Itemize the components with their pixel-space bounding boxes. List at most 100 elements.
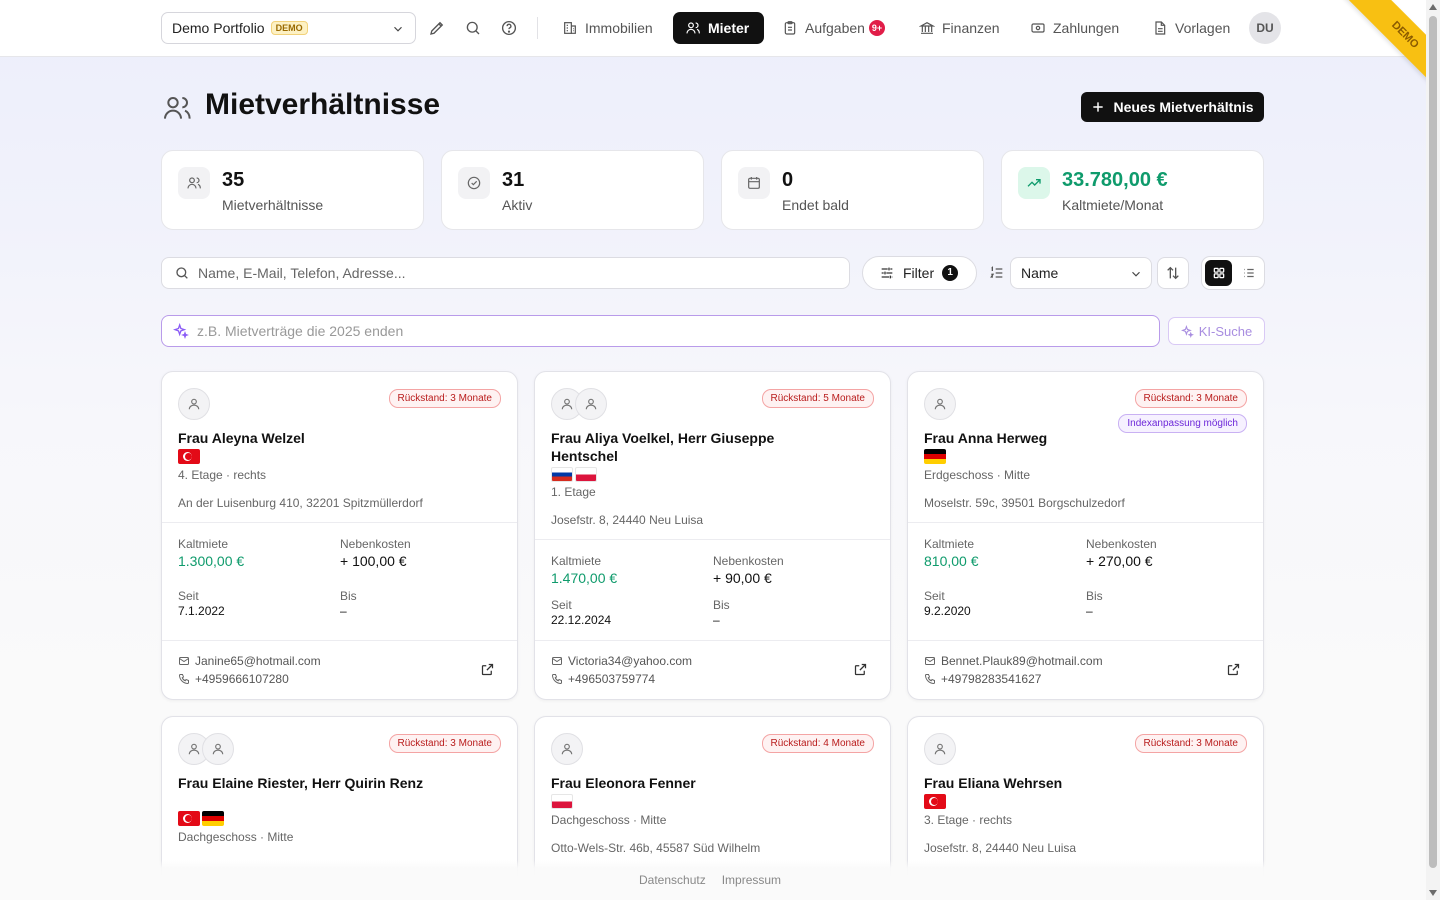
unit-location: Dachgeschoss · Mitte: [178, 830, 294, 844]
stat-card-rent: 33.780,00 € Kaltmiete/Monat: [1001, 150, 1264, 230]
sort-value: Name: [1021, 265, 1059, 281]
arrears-badge: Rückstand: 4 Monate: [761, 734, 874, 753]
contact-phone[interactable]: +496503759774: [551, 672, 655, 686]
tenant-avatars: [924, 733, 956, 765]
search-icon: [176, 267, 188, 279]
scrollbar-thumb[interactable]: [1429, 16, 1437, 868]
divider: [535, 640, 890, 641]
pencil-icon[interactable]: [428, 19, 446, 37]
nationality-flags: [178, 449, 200, 464]
nav-vorlagen[interactable]: Vorlagen: [1140, 12, 1242, 44]
stat-value: 0: [782, 169, 794, 191]
nav-label: Zahlungen: [1053, 20, 1120, 36]
search-input[interactable]: [198, 265, 798, 281]
person-icon: [575, 388, 607, 420]
property-address: An der Luisenburg 410, 32201 Spitzmüller…: [178, 496, 423, 510]
imprint-link[interactable]: Impressum: [722, 873, 781, 887]
demo-ribbon: DEMO: [1320, 0, 1426, 106]
nav-mieter[interactable]: Mieter: [673, 12, 764, 44]
page-scrollbar[interactable]: [1426, 0, 1440, 900]
end-date-label: Bis: [713, 598, 730, 612]
person-icon: [202, 733, 234, 765]
grid-view-button[interactable]: [1205, 260, 1232, 286]
mail-icon: [179, 657, 189, 665]
demo-badge: DEMO: [270, 21, 308, 35]
external-link-icon[interactable]: [480, 662, 495, 677]
portfolio-select[interactable]: Demo Portfolio DEMO: [161, 12, 416, 44]
tenant-name: Frau Anna Herweg: [924, 430, 1048, 446]
phone-text: +49798283541627: [941, 672, 1042, 686]
users-icon: [164, 97, 191, 119]
stat-card-active: 31 Aktiv: [441, 150, 704, 230]
user-avatar[interactable]: DU: [1249, 12, 1281, 44]
service-charges-label: Nebenkosten: [340, 537, 411, 551]
end-date-value: –: [340, 604, 347, 618]
view-toggle: [1201, 256, 1265, 290]
contact-phone[interactable]: +49798283541627: [924, 672, 1041, 686]
portfolio-name: Demo Portfolio: [172, 20, 265, 36]
scroll-up-icon[interactable]: [1429, 4, 1437, 10]
bank-icon: [919, 21, 935, 34]
search-box[interactable]: [161, 257, 850, 289]
contact-email[interactable]: Janine65@hotmail.com: [178, 654, 321, 668]
calendar-icon: [738, 167, 770, 199]
tenant-name: Frau Aleyna Welzel: [178, 430, 305, 446]
stat-label: Aktiv: [502, 197, 533, 213]
external-link-icon[interactable]: [1226, 662, 1241, 677]
mail-icon: [552, 657, 562, 665]
ai-search-button[interactable]: KI-Suche: [1168, 317, 1265, 345]
card-badges: Rückstand: 4 Monate: [761, 734, 874, 753]
tenant-avatars: [551, 388, 607, 420]
chevron-down-icon: [394, 26, 402, 32]
nav-finanzen[interactable]: Finanzen: [907, 12, 1012, 44]
tenancy-card[interactable]: Rückstand: 5 Monate Frau Aliya Voelkel, …: [534, 371, 891, 700]
email-text: Victoria34@yahoo.com: [568, 654, 693, 668]
email-text: Janine65@hotmail.com: [195, 654, 321, 668]
ai-search-box[interactable]: [161, 315, 1160, 347]
check-circle-icon: [458, 167, 490, 199]
cold-rent-label: Kaltmiete: [551, 554, 602, 568]
contact-phone[interactable]: +4959666107280: [178, 672, 289, 686]
card-badges: Rückstand: 5 Monate: [761, 389, 874, 408]
nav-zahlungen[interactable]: Zahlungen: [1018, 12, 1131, 44]
nav-aufgaben[interactable]: Aufgaben 9+: [770, 12, 897, 44]
external-link-icon[interactable]: [853, 662, 868, 677]
flag-turkey-icon: [924, 794, 946, 809]
clipboard-icon: [784, 21, 796, 35]
card-badges: Rückstand: 3 Monate: [388, 389, 501, 408]
property-address: Josefstr. 8, 24440 Neu Luisa: [551, 513, 704, 527]
ai-search-input[interactable]: [197, 323, 797, 339]
stat-label: Mietverhältnisse: [222, 197, 324, 213]
cold-rent-label: Kaltmiete: [924, 537, 975, 551]
flag-turkey-icon: [178, 449, 200, 464]
nav-immobilien[interactable]: Immobilien: [550, 12, 665, 44]
nationality-flags: [178, 811, 224, 826]
sort-list-icon: [990, 266, 1003, 278]
flag-poland-icon: [575, 467, 597, 482]
demo-ribbon-label: DEMO: [1341, 0, 1426, 99]
unit-location: Erdgeschoss · Mitte: [924, 468, 1031, 482]
arrears-badge: Rückstand: 3 Monate: [388, 734, 501, 753]
new-tenancy-button[interactable]: Neues Mietverhältnis: [1081, 92, 1264, 122]
help-icon[interactable]: [500, 19, 518, 37]
filter-button[interactable]: Filter 1: [862, 256, 977, 290]
file-icon: [1155, 21, 1166, 35]
new-tenancy-label: Neues Mietverhältnis: [1113, 99, 1254, 115]
contact-email[interactable]: Bennet.Plauk89@hotmail.com: [924, 654, 1103, 668]
cold-rent-value: 1.470,00 €: [551, 570, 618, 586]
tenancy-card[interactable]: Rückstand: 3 Monate Indexanpassung mögli…: [907, 371, 1264, 700]
tenancy-card[interactable]: Rückstand: 3 Monate Frau Aleyna Welzel 4…: [161, 371, 518, 700]
service-charges-value: + 270,00 €: [1086, 553, 1153, 569]
privacy-link[interactable]: Datenschutz: [639, 873, 706, 887]
list-view-button[interactable]: [1235, 260, 1262, 286]
scroll-down-icon[interactable]: [1429, 890, 1437, 896]
stat-card-ending-soon: 0 Endet bald: [721, 150, 984, 230]
sort-direction-button[interactable]: [1157, 257, 1189, 289]
footer: Datenschutz Impressum: [0, 860, 1426, 900]
search-icon[interactable]: [464, 19, 482, 37]
person-icon: [924, 388, 956, 420]
cold-rent-label: Kaltmiete: [178, 537, 229, 551]
sort-select[interactable]: Name: [1010, 257, 1152, 289]
service-charges-label: Nebenkosten: [1086, 537, 1157, 551]
contact-email[interactable]: Victoria34@yahoo.com: [551, 654, 692, 668]
